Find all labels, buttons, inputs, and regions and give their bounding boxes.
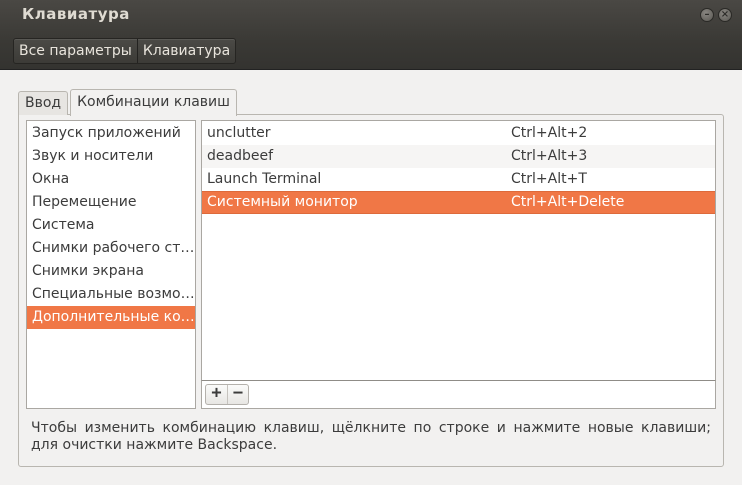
hint-text: Чтобы изменить комбинацию клавиш, щёлкни…: [31, 420, 711, 453]
list-item[interactable]: Снимки экрана: [27, 260, 195, 283]
shortcuts-toolbar: + −: [201, 380, 716, 409]
breadcrumb: Все параметры Клавиатура: [13, 38, 237, 64]
list-item[interactable]: Специальные возмо…: [27, 283, 195, 306]
keyboard-settings-window: Клавиатура – × Все параметры Клавиатура …: [0, 0, 742, 485]
table-row[interactable]: deadbeef Ctrl+Alt+3: [202, 145, 715, 168]
remove-shortcut-button[interactable]: −: [227, 385, 248, 404]
shortcut-accel[interactable]: Ctrl+Alt+Delete: [511, 192, 624, 213]
shortcut-categories-list: Запуск приложений Звук и носители Окна П…: [26, 120, 196, 409]
list-item[interactable]: Окна: [27, 168, 195, 191]
shortcut-name: deadbeef: [207, 148, 274, 164]
shortcut-accel[interactable]: Ctrl+Alt+2: [511, 122, 587, 145]
list-item[interactable]: Запуск приложений: [27, 122, 195, 145]
shortcuts-table: unclutter Ctrl+Alt+2 deadbeef Ctrl+Alt+3…: [201, 120, 716, 380]
table-row-selected[interactable]: Системный монитор Ctrl+Alt+Delete: [202, 191, 715, 214]
tab-typing[interactable]: Ввод: [18, 91, 69, 115]
list-item[interactable]: Снимки рабочего ст…: [27, 237, 195, 260]
list-item[interactable]: Система: [27, 214, 195, 237]
minimize-icon[interactable]: –: [700, 8, 714, 22]
list-item[interactable]: Перемещение: [27, 191, 195, 214]
window-title: Клавиатура: [22, 5, 130, 23]
shortcut-name: unclutter: [207, 125, 271, 141]
close-icon[interactable]: ×: [718, 8, 732, 22]
list-item-selected[interactable]: Дополнительные ко…: [27, 306, 195, 329]
table-row[interactable]: unclutter Ctrl+Alt+2: [202, 122, 715, 145]
shortcut-name: Launch Terminal: [207, 171, 322, 187]
shortcut-name: Системный монитор: [207, 194, 358, 210]
shortcut-accel[interactable]: Ctrl+Alt+3: [511, 145, 587, 168]
add-shortcut-button[interactable]: +: [206, 385, 227, 404]
breadcrumb-keyboard[interactable]: Клавиатура: [136, 39, 235, 63]
shortcut-accel[interactable]: Ctrl+Alt+T: [511, 168, 587, 191]
breadcrumb-all-settings[interactable]: Все параметры: [14, 39, 137, 63]
add-remove-group: + −: [205, 384, 249, 405]
list-item[interactable]: Звук и носители: [27, 145, 195, 168]
table-row[interactable]: Launch Terminal Ctrl+Alt+T: [202, 168, 715, 191]
tab-shortcuts[interactable]: Комбинации клавиш: [70, 89, 237, 116]
tab-bar: Ввод Комбинации клавиш: [18, 89, 237, 116]
header-bar: Клавиатура – × Все параметры Клавиатура: [0, 0, 742, 70]
